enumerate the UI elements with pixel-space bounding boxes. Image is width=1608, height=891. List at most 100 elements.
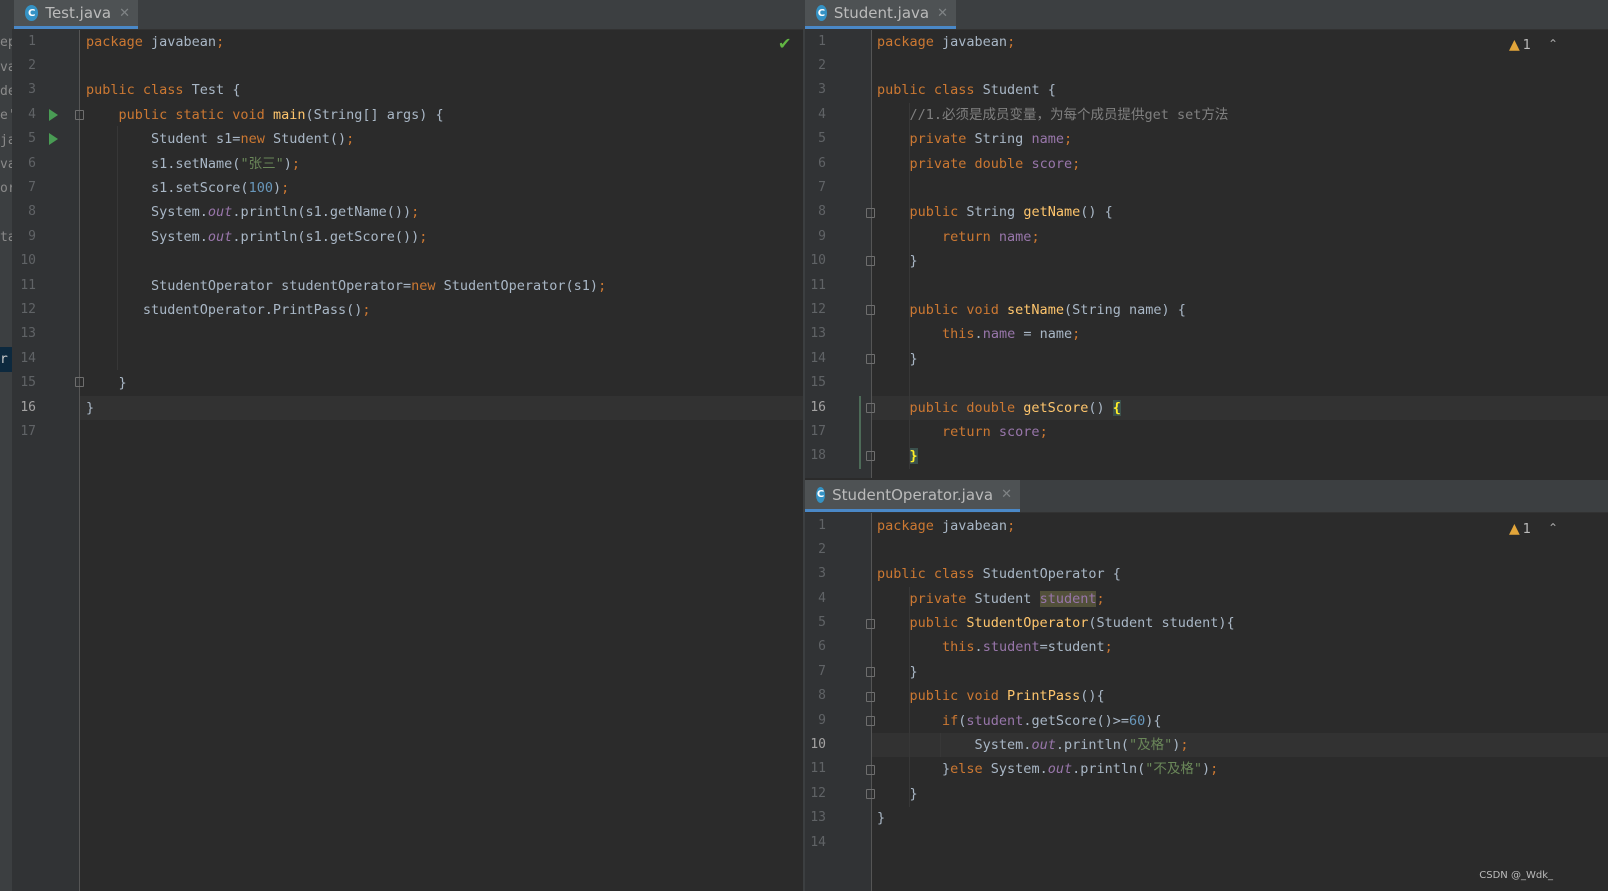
fold-icon[interactable] — [866, 354, 875, 364]
strip-fragment: ja — [0, 133, 12, 148]
project-tool-strip[interactable]: ep va de e' ja va or ta r — [0, 0, 12, 891]
close-tab-icon[interactable]: ✕ — [119, 6, 130, 21]
line-number: 11 — [810, 761, 826, 776]
strip-fragment: va — [0, 157, 12, 172]
line-number: 14 — [20, 351, 36, 366]
code-line: public class Test { — [86, 82, 241, 98]
line-number: 3 — [818, 566, 826, 581]
fold-icon[interactable] — [75, 110, 84, 120]
vcs-change-marker[interactable] — [859, 396, 861, 469]
tab-student-java[interactable]: C Student.java ✕ — [805, 0, 956, 29]
code-line: this.name = name; — [877, 326, 1081, 342]
code-line: package javabean; — [877, 34, 1016, 50]
code-line: package javabean; — [86, 34, 225, 50]
line-number: 9 — [818, 713, 826, 728]
code-line-comment: //1.必须是成员变量，为每个成员提供get set方法 — [877, 107, 1229, 123]
inspection-warnings[interactable]: ▲ 1 — [1509, 37, 1531, 53]
inspection-warnings[interactable]: ▲ 1 — [1509, 521, 1531, 537]
code-line: System.out.println(s1.getName()); — [86, 204, 420, 220]
tab-label: Test.java — [45, 4, 112, 22]
line-number: 18 — [810, 448, 826, 463]
warning-count: 1 — [1522, 521, 1532, 537]
chevron-up-icon[interactable]: ⌃ — [1548, 37, 1558, 51]
code-line-current: } — [86, 400, 95, 416]
fold-icon[interactable] — [866, 716, 875, 726]
strip-fragment: ep — [0, 35, 12, 50]
run-method-icon[interactable] — [49, 133, 58, 145]
line-number: 7 — [818, 180, 826, 195]
code-line: s1.setName("张三"); — [86, 156, 300, 172]
line-number: 1 — [818, 518, 826, 533]
fold-icon[interactable] — [866, 692, 875, 702]
fold-icon[interactable] — [866, 619, 875, 629]
line-number: 5 — [28, 131, 36, 146]
code-line: private String name; — [877, 131, 1073, 147]
line-number-current: 16 — [20, 400, 36, 415]
tab-label: Student.java — [833, 4, 930, 22]
java-class-icon: C — [816, 5, 827, 21]
code-line: public void PrintPass(){ — [877, 688, 1105, 704]
line-number: 2 — [28, 58, 36, 73]
fold-icon[interactable] — [866, 667, 875, 677]
line-number: 4 — [818, 591, 826, 606]
code-line: } — [877, 253, 918, 269]
line-number: 9 — [28, 229, 36, 244]
line-number: 11 — [810, 278, 826, 293]
line-number: 6 — [818, 639, 826, 654]
line-number: 1 — [28, 34, 36, 49]
warning-count: 1 — [1522, 37, 1532, 53]
fold-icon[interactable] — [75, 377, 84, 387]
code-line: private Student student; — [877, 591, 1105, 607]
code-line: public String getName() { — [877, 204, 1113, 220]
fold-icon[interactable] — [866, 765, 875, 775]
line-number: 10 — [20, 253, 36, 268]
student-tab-bar: C Student.java ✕ — [805, 0, 1608, 30]
line-number: 12 — [810, 786, 826, 801]
code-line: System.out.println(s1.getScore()); — [86, 229, 428, 245]
warning-icon: ▲ — [1509, 521, 1520, 537]
test-java-editor[interactable]: 1 2 3 4 5 6 7 8 9 10 11 12 13 14 15 16 1… — [12, 30, 803, 891]
left-tab-bar: C Test.java ✕ — [12, 0, 803, 30]
line-number: 9 — [818, 229, 826, 244]
code-line: if(student.getScore()>=60){ — [877, 713, 1162, 729]
operator-tab-bar: C StudentOperator.java ✕ — [805, 480, 1608, 513]
close-tab-icon[interactable]: ✕ — [937, 6, 948, 21]
line-number: 15 — [810, 375, 826, 390]
code-line: } — [877, 444, 918, 468]
student-java-editor[interactable]: 1 2 3 4 5 6 7 8 9 10 11 12 13 14 15 16 1… — [805, 30, 1608, 478]
current-line-highlight — [80, 396, 803, 420]
strip-fragment: e' — [0, 108, 12, 123]
code-line: this.student=student; — [877, 639, 1113, 655]
code-line: public StudentOperator(Student student){ — [877, 615, 1235, 631]
run-class-icon[interactable] — [49, 109, 58, 121]
line-number: 2 — [818, 58, 826, 73]
line-number: 6 — [818, 156, 826, 171]
fold-icon[interactable] — [866, 305, 875, 315]
code-line: studentOperator.PrintPass(); — [86, 302, 371, 318]
line-number: 8 — [818, 204, 826, 219]
tab-test-java[interactable]: C Test.java ✕ — [14, 0, 138, 29]
strip-fragment: de — [0, 84, 12, 99]
line-number: 8 — [28, 204, 36, 219]
java-class-icon: C — [816, 486, 826, 503]
code-line: return score; — [877, 424, 1048, 440]
fold-icon[interactable] — [866, 403, 875, 413]
close-tab-icon[interactable]: ✕ — [1001, 487, 1012, 502]
code-line-current: System.out.println("及格"); — [877, 737, 1189, 753]
code-line: public class StudentOperator { — [877, 566, 1121, 582]
tab-studentoperator-java[interactable]: C StudentOperator.java ✕ — [805, 480, 1020, 512]
fold-icon[interactable] — [866, 451, 875, 461]
fold-icon[interactable] — [866, 208, 875, 218]
fold-icon[interactable] — [866, 789, 875, 799]
line-number: 14 — [810, 351, 826, 366]
code-line: } — [877, 664, 918, 680]
studentoperator-java-editor[interactable]: 1 2 3 4 5 6 7 8 9 10 11 12 13 14 ▲ 1 ⌃ p… — [805, 513, 1608, 891]
tab-label: StudentOperator.java — [832, 485, 994, 504]
code-line: public void setName(String name) { — [877, 302, 1186, 318]
line-number: 4 — [28, 107, 36, 122]
no-problems-check-icon[interactable]: ✔ — [778, 34, 791, 53]
line-number: 11 — [20, 278, 36, 293]
fold-icon[interactable] — [866, 256, 875, 266]
chevron-up-icon[interactable]: ⌃ — [1548, 521, 1558, 535]
line-number: 12 — [20, 302, 36, 317]
